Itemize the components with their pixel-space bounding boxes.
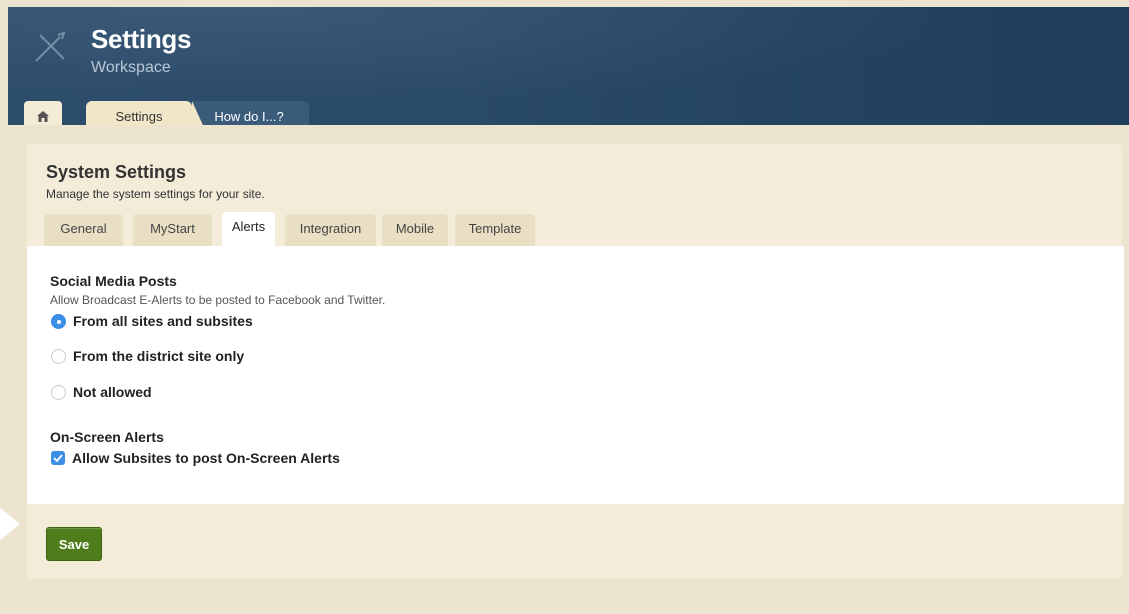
- social-media-heading: Social Media Posts: [50, 273, 177, 289]
- allow-subsites-checkbox[interactable]: [51, 451, 65, 465]
- radio-label: From the district site only: [73, 348, 245, 364]
- radio-label: Not allowed: [73, 384, 152, 400]
- page-subtitle: Workspace: [91, 59, 171, 76]
- onscreen-alerts-heading: On-Screen Alerts: [50, 429, 164, 445]
- tab-mobile[interactable]: Mobile: [382, 214, 448, 246]
- social-media-description: Allow Broadcast E-Alerts to be posted to…: [50, 293, 386, 307]
- radio-button[interactable]: [51, 313, 66, 329]
- app-header: Settings Workspace How do I...? Settings: [8, 7, 1129, 125]
- side-notch: [0, 508, 20, 540]
- tab-integration[interactable]: Integration: [285, 214, 376, 246]
- check-icon: [53, 454, 63, 462]
- panel-description: Manage the system settings for your site…: [46, 187, 265, 201]
- tab-mystart[interactable]: MyStart: [133, 214, 212, 246]
- radio-option-district-only[interactable]: From the district site only: [51, 348, 244, 364]
- tools-icon: [35, 31, 66, 62]
- panel-title: System Settings: [46, 162, 187, 182]
- checkbox-label: Allow Subsites to post On-Screen Alerts: [72, 450, 340, 466]
- radio-option-all-sites[interactable]: From all sites and subsites: [51, 313, 253, 329]
- radio-button[interactable]: [51, 384, 66, 400]
- save-button[interactable]: Save: [46, 527, 102, 561]
- tab-alerts[interactable]: Alerts: [222, 212, 275, 246]
- radio-button[interactable]: [51, 348, 66, 364]
- system-settings-panel: System Settings Manage the system settin…: [27, 144, 1124, 579]
- tab-how-do-i[interactable]: How do I...?: [189, 101, 309, 125]
- alerts-content: Social Media Posts Allow Broadcast E-Ale…: [27, 246, 1124, 504]
- radio-label: From all sites and subsites: [73, 313, 253, 329]
- page-title: Settings: [91, 24, 192, 54]
- tab-template[interactable]: Template: [455, 214, 535, 246]
- tab-settings[interactable]: Settings: [86, 101, 206, 125]
- home-icon: [37, 111, 49, 122]
- radio-option-not-allowed[interactable]: Not allowed: [51, 384, 152, 400]
- tab-general[interactable]: General: [44, 214, 123, 246]
- allow-subsites-option[interactable]: Allow Subsites to post On-Screen Alerts: [51, 450, 340, 466]
- home-tab[interactable]: [24, 101, 62, 125]
